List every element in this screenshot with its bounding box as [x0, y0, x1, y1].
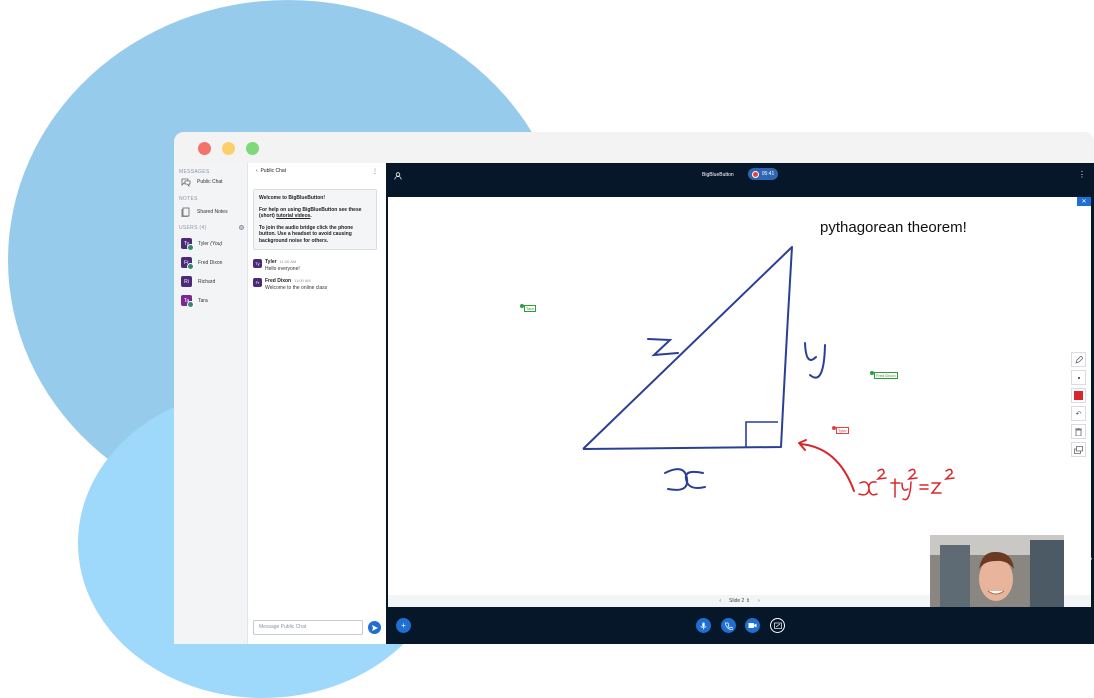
screen-share-icon	[773, 622, 782, 629]
slide-selector[interactable]: Slide 2 ⇕	[729, 598, 750, 604]
welcome-audio-text: To join the audio bridge click the phone…	[259, 224, 354, 244]
users-section-title: USERS (4)	[179, 225, 207, 231]
multi-user-icon[interactable]	[1071, 442, 1086, 457]
mute-button[interactable]	[696, 618, 711, 633]
chevron-left-icon[interactable]: ‹	[256, 168, 258, 174]
cursor-dot	[832, 426, 836, 430]
user-item[interactable]: Ta Tara	[181, 295, 208, 308]
user-name: Tara	[198, 297, 208, 304]
plus-icon: +	[401, 621, 406, 630]
pencil-icon[interactable]	[1071, 352, 1086, 367]
cursor-label: Tyler	[832, 426, 849, 434]
welcome-title: Welcome to BigBlueButton!	[259, 195, 326, 201]
notes-icon	[181, 207, 191, 217]
meeting-title: BigBlueButton	[702, 172, 734, 178]
cursor-dot	[520, 304, 524, 308]
camera-icon	[748, 623, 757, 628]
user-you-tag: (You)	[210, 240, 223, 247]
microphone-icon	[700, 622, 707, 629]
message-time: 11:00 AM	[279, 259, 297, 264]
user-name: Tyler	[198, 240, 209, 247]
expand-video-icon[interactable]: ↔ ⤢	[1080, 558, 1092, 565]
settings-icon[interactable]: ⚙	[239, 225, 244, 230]
chat-title: Public Chat	[260, 168, 287, 174]
chat-icon	[181, 177, 191, 187]
message-author: Fred Dixon	[265, 278, 292, 284]
main-area: BigBlueButton 05:41 ⋮ ✕ pythagorean theo…	[386, 163, 1094, 644]
user-item[interactable]: Ty Tyler (You)	[181, 238, 223, 251]
camera-button[interactable]	[745, 618, 760, 633]
chat-message: Ty Tyler 11:00 AM Hello everyone!	[253, 259, 300, 272]
recording-time: 05:41	[761, 171, 775, 177]
user-name: Fred Dixon	[198, 259, 223, 266]
maximize-window-button[interactable]	[246, 142, 259, 155]
message-author: Tyler	[265, 259, 277, 265]
chevron-left-icon[interactable]: ‹	[719, 598, 721, 604]
trash-icon[interactable]	[1071, 424, 1086, 439]
more-options-icon[interactable]: ⋮	[1078, 170, 1086, 179]
top-bar: BigBlueButton 05:41 ⋮	[386, 163, 1094, 197]
message-text: Hello everyone!	[265, 266, 300, 272]
send-button[interactable]	[368, 621, 381, 634]
actions-button[interactable]: +	[396, 618, 411, 633]
avatar: Ty	[253, 259, 262, 268]
chat-message: Fr Fred Dixon 11:00 AM Welcome to the onl…	[253, 278, 327, 291]
tutorial-videos-link[interactable]: tutorial videos	[276, 213, 310, 219]
sidebar-item-label: Shared Notes	[197, 209, 228, 215]
message-text: Welcome to the online class	[265, 285, 328, 291]
undo-icon[interactable]: ↶	[1071, 406, 1086, 421]
phone-button[interactable]	[721, 618, 736, 633]
cursor-label: Fred Dixon	[870, 371, 898, 379]
chat-header[interactable]: ‹ Public Chat	[256, 168, 286, 174]
avatar: Ri	[181, 276, 192, 287]
avatar: Fr	[253, 278, 262, 287]
avatar: Ty	[181, 238, 194, 251]
close-window-button[interactable]	[198, 142, 211, 155]
welcome-message: Welcome to BigBlueButton! For help on us…	[253, 189, 377, 250]
message-time: 11:00 AM	[294, 278, 311, 283]
whiteboard-toolbar: ↶	[1071, 352, 1086, 457]
sidebar-item-label: Public Chat	[197, 179, 223, 185]
screen-share-button[interactable]	[770, 618, 785, 633]
sidebar-item-public-chat[interactable]: Public Chat	[181, 177, 223, 187]
phone-icon	[724, 622, 733, 630]
user-name: Richard	[198, 278, 216, 285]
color-picker-button[interactable]	[1071, 388, 1086, 403]
window-titlebar	[174, 132, 1094, 163]
user-toggle-icon[interactable]	[394, 172, 402, 182]
record-icon	[751, 170, 759, 178]
more-options-icon[interactable]: ⋮	[372, 168, 378, 175]
user-item[interactable]: Ri Richard	[181, 276, 215, 287]
thickness-icon[interactable]	[1071, 370, 1086, 385]
chat-panel: ‹ Public Chat ⋮ Welcome to BigBlueButton…	[248, 163, 387, 644]
recording-indicator[interactable]: 05:41	[748, 168, 778, 180]
app-window: MESSAGES Public Chat NOTES Shared Notes …	[174, 132, 1094, 644]
send-icon	[371, 624, 378, 631]
avatar: Ta	[181, 295, 194, 308]
user-list-panel: MESSAGES Public Chat NOTES Shared Notes …	[174, 163, 248, 644]
sidebar-item-shared-notes[interactable]: Shared Notes	[181, 207, 228, 217]
cursor-dot	[870, 371, 874, 375]
chat-message-input[interactable]: Message Public Chat	[253, 620, 363, 635]
user-item[interactable]: Fr Fred Dixon	[181, 257, 223, 270]
cursor-label: Tara	[520, 304, 536, 312]
messages-section-title: MESSAGES	[179, 169, 210, 175]
chevron-right-icon[interactable]: ›	[758, 598, 760, 604]
avatar: Fr	[181, 257, 194, 270]
minimize-window-button[interactable]	[222, 142, 235, 155]
bottom-action-bar: +	[386, 607, 1094, 644]
welcome-help-text: For help on using BigBlueButton see thes…	[259, 206, 362, 220]
notes-section-title: NOTES	[179, 196, 198, 202]
